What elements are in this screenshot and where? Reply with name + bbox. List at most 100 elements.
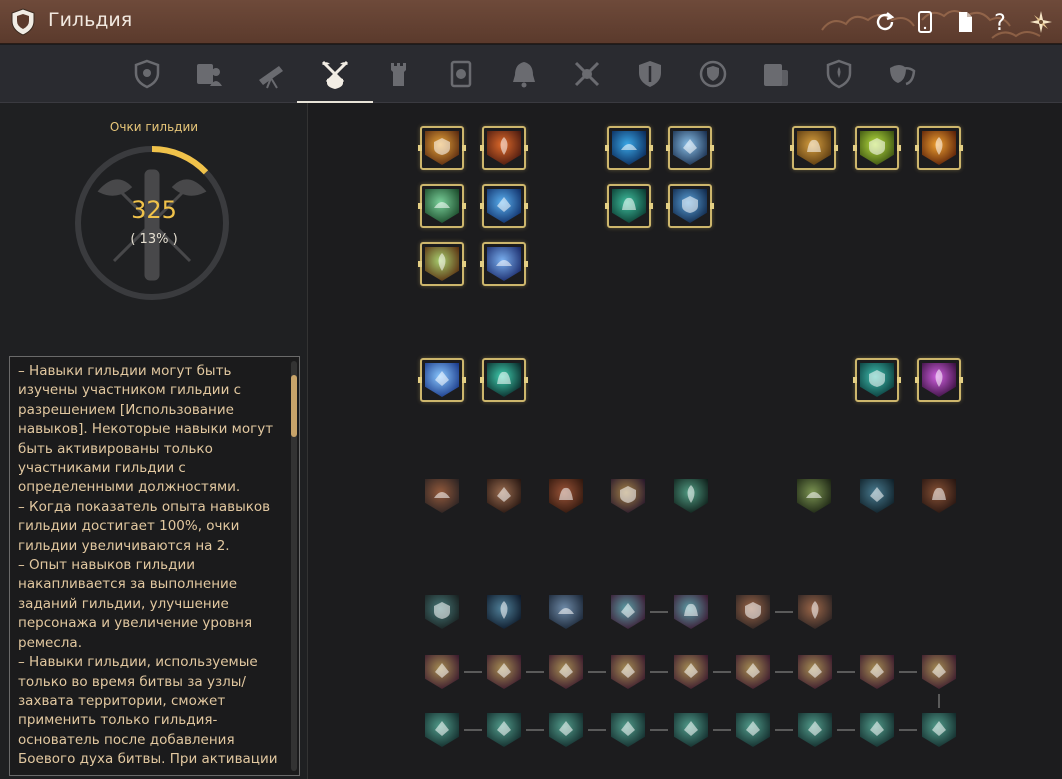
phone-icon[interactable]: [910, 7, 940, 37]
tab-guild-info[interactable]: [123, 51, 171, 97]
skill-seahorse-2[interactable]: [669, 590, 713, 634]
members-scroll-icon: [197, 64, 222, 86]
skill-blue-giant-plus[interactable]: [480, 184, 528, 228]
skill-chest-gold[interactable]: [544, 650, 588, 694]
skill-chest-teal[interactable]: [855, 708, 899, 752]
skill-glyph-icon: [869, 370, 885, 387]
skill-blue-claw[interactable]: [480, 242, 528, 286]
skill-fire-rank[interactable]: [480, 126, 528, 170]
skill-connector: [775, 611, 793, 613]
help-icon[interactable]: ?: [985, 7, 1015, 37]
skill-dark-body[interactable]: [480, 358, 528, 402]
refresh-icon[interactable]: [870, 7, 900, 37]
tower-icon: [391, 63, 406, 86]
skill-orb[interactable]: [855, 474, 899, 518]
skill-glyph-icon: [870, 487, 884, 502]
skill-glyph-icon: [745, 602, 761, 619]
skill-hand-strike-2[interactable]: [793, 590, 837, 634]
tab-masks[interactable]: [878, 51, 926, 97]
skill-fire-wings[interactable]: [420, 474, 464, 518]
skill-chest-gold[interactable]: [917, 650, 961, 694]
info-scroll-thumb[interactable]: [291, 375, 297, 437]
skill-wing[interactable]: [418, 358, 466, 402]
window-title: Гильдия: [48, 9, 133, 31]
skill-chest-teal[interactable]: [544, 708, 588, 752]
skill-tree: [309, 103, 1062, 779]
tab-war[interactable]: [563, 51, 611, 97]
skill-chest-gold[interactable]: [793, 650, 837, 694]
skill-flame-hand[interactable]: [915, 126, 963, 170]
skill-glyph-icon: [811, 601, 819, 619]
skill-chest-teal[interactable]: [917, 708, 961, 752]
skill-glyph-icon: [621, 144, 637, 152]
skill-connector: [713, 729, 731, 731]
skill-glyph-icon: [621, 721, 635, 736]
skill-chest-teal[interactable]: [420, 708, 464, 752]
skill-green-claw[interactable]: [418, 242, 466, 286]
emblem-ring-icon: [699, 60, 727, 88]
skill-green-body[interactable]: [853, 126, 901, 170]
skill-chest-gold[interactable]: [482, 650, 526, 694]
skill-chest-gold[interactable]: [669, 650, 713, 694]
skill-chest-teal[interactable]: [793, 708, 837, 752]
tab-emblem[interactable]: [689, 51, 737, 97]
skill-glyph-icon: [746, 721, 760, 736]
skill-gear[interactable]: [420, 590, 464, 634]
skill-chest-teal[interactable]: [482, 708, 526, 752]
skill-connector: [899, 729, 917, 731]
skill-seahorse-1[interactable]: [606, 590, 650, 634]
skill-glyph-icon: [435, 371, 449, 386]
skill-teal-slash[interactable]: [669, 474, 713, 518]
tab-tower[interactable]: [374, 51, 422, 97]
skill-hand[interactable]: [790, 126, 838, 170]
skill-chest-teal[interactable]: [606, 708, 650, 752]
skill-galleon[interactable]: [666, 184, 714, 228]
skill-tools[interactable]: [544, 590, 588, 634]
skill-leaf[interactable]: [792, 474, 836, 518]
skill-chest-gold[interactable]: [606, 650, 650, 694]
skill-connector: [899, 671, 917, 673]
bell-icon: [513, 62, 535, 88]
skill-chest-gold[interactable]: [420, 650, 464, 694]
skill-chest-teal[interactable]: [731, 708, 775, 752]
info-scrollbar[interactable]: [291, 361, 297, 771]
skill-glyph-icon: [500, 601, 508, 619]
skill-glyph-icon: [870, 721, 884, 736]
skill-glyph-icon: [434, 138, 450, 155]
skill-connector: [837, 729, 855, 731]
tab-quests[interactable]: [437, 51, 485, 97]
skill-target[interactable]: [605, 184, 653, 228]
skill-chest-gold[interactable]: [855, 650, 899, 694]
skill-hand-strike-1[interactable]: [731, 590, 775, 634]
skill-glyph-icon: [870, 663, 884, 678]
settings-compass-icon[interactable]: [1026, 7, 1056, 37]
skill-blue-spirit[interactable]: [482, 590, 526, 634]
tab-log[interactable]: [752, 51, 800, 97]
skill-glyph-icon: [497, 197, 511, 212]
skill-wheel[interactable]: [917, 474, 961, 518]
skill-golden-guard[interactable]: [418, 126, 466, 170]
tab-guild-skills[interactable]: [297, 51, 373, 103]
skill-chest-teal[interactable]: [669, 708, 713, 752]
skill-blade[interactable]: [482, 474, 526, 518]
skill-fleet[interactable]: [666, 126, 714, 170]
tab-alerts[interactable]: [500, 51, 548, 97]
skill-chest-gold[interactable]: [731, 650, 775, 694]
tab-members[interactable]: [184, 51, 232, 97]
skill-ship[interactable]: [605, 126, 653, 170]
skill-connector: [464, 729, 482, 731]
info-text-box[interactable]: – Навыки гильдии могут быть изучены учас…: [9, 356, 300, 776]
skill-glyph-icon: [497, 721, 511, 736]
skill-green-giant-plus[interactable]: [418, 184, 466, 228]
document-icon[interactable]: [950, 7, 980, 37]
skill-lightning[interactable]: [915, 358, 963, 402]
fleur-shield-icon: [826, 59, 852, 89]
tab-telescope[interactable]: [247, 51, 295, 97]
skill-teal-emblem[interactable]: [853, 358, 901, 402]
skill-glyph-icon: [497, 663, 511, 678]
tab-alliance[interactable]: [815, 51, 863, 97]
title-bar: Гильдия ?: [0, 0, 1062, 44]
tab-defense[interactable]: [626, 51, 674, 97]
skill-spiral[interactable]: [606, 474, 650, 518]
skill-flame[interactable]: [544, 474, 588, 518]
